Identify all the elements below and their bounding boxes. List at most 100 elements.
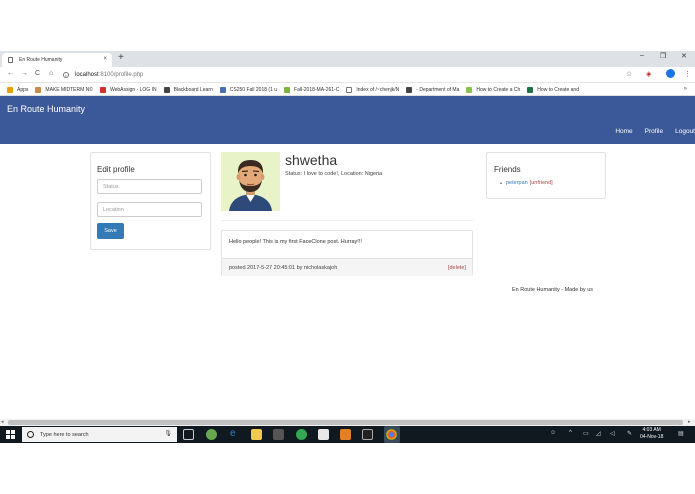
edit-profile-panel: Edit profile Status Location Save <box>90 152 211 250</box>
search-icon <box>27 431 34 438</box>
page-icon <box>346 86 353 93</box>
nav-home-link[interactable]: Home <box>615 128 632 135</box>
taskbar: Type here to search 🎙 e ☺ ^ ▭ ◿ ◁ ✎ 4:03… <box>0 426 695 443</box>
url-field[interactable]: i localhost:8100/profile.php <box>63 69 663 81</box>
network-icon[interactable]: ◿ <box>596 430 601 437</box>
chevron-up-icon[interactable]: ^ <box>569 430 572 436</box>
file-explorer-icon[interactable] <box>251 429 262 440</box>
list-item: • peterpan [unfriend] <box>500 180 553 187</box>
tab-title: En Route Humanity <box>19 57 63 63</box>
bookmark-item[interactable]: - Department of Ma <box>406 86 459 93</box>
microphone-icon[interactable]: 🎙 <box>164 430 172 437</box>
star-icon[interactable]: ☆ <box>626 70 632 78</box>
bookmark-icon <box>35 86 42 93</box>
maximize-button[interactable]: ❐ <box>660 52 666 60</box>
site-navbar: En Route Humanity Home Profile Logout <box>0 96 695 144</box>
extension-icon[interactable]: ◈ <box>646 70 651 78</box>
avatar-icon[interactable] <box>666 69 675 78</box>
bookmark-item[interactable]: Apps <box>7 86 28 93</box>
bookmark-item[interactable]: CS250 Fall 2018 (1 u <box>219 86 277 93</box>
blackboard-icon <box>163 86 170 93</box>
forward-icon[interactable]: → <box>21 70 28 77</box>
address-bar-row: ← → C ⌂ i localhost:8100/profile.php ☆ ◈… <box>0 67 695 83</box>
store-icon[interactable] <box>273 429 284 440</box>
tab-close-button[interactable]: × <box>103 56 107 62</box>
post-body: Hello people! This is my first FaceClone… <box>229 239 362 245</box>
wikihow-icon <box>466 86 473 93</box>
divider <box>221 220 473 221</box>
edge-icon[interactable]: e <box>230 428 241 439</box>
pen-icon[interactable]: ✎ <box>627 430 632 437</box>
bullet-icon: • <box>500 181 502 187</box>
bookmarks-bar: Apps MAKE MIDTERM N© WebAssign - LOG IN … <box>0 84 695 96</box>
friends-title: Friends <box>494 165 521 174</box>
delete-post-link[interactable]: [delete] <box>448 265 466 271</box>
status-input[interactable]: Status <box>97 179 202 194</box>
nav-profile-link[interactable]: Profile <box>645 128 663 135</box>
bookmark-item[interactable]: How to Create a Ch <box>466 86 520 93</box>
bookmark-item[interactable]: Index of /~chenjk/N <box>346 86 399 93</box>
friend-link[interactable]: peterpan <box>506 180 528 186</box>
site-brand[interactable]: En Route Humanity <box>7 104 85 114</box>
clock-time: 4:03 AM <box>642 427 661 433</box>
url-path: :8100/profile.php <box>98 72 144 78</box>
webassign-icon <box>99 86 106 93</box>
bookmark-item[interactable]: How to Create and <box>527 86 579 93</box>
menu-icon[interactable]: ⋮ <box>684 70 691 78</box>
task-view-icon[interactable] <box>183 429 194 440</box>
unfriend-link[interactable]: [unfriend] <box>530 180 553 186</box>
nav-logout-link[interactable]: Logout <box>675 128 695 135</box>
bookmark-item[interactable]: Fall-2018-MA-261-C <box>284 86 339 93</box>
battery-icon[interactable]: ▭ <box>583 430 589 437</box>
back-icon[interactable]: ← <box>7 70 14 77</box>
browser-tab[interactable]: En Route Humanity × <box>2 53 112 67</box>
clock-date: 04-Nov-18 <box>640 434 664 440</box>
bookmark-item[interactable]: WebAssign - LOG IN <box>99 86 157 93</box>
bookmark-item[interactable]: MAKE MIDTERM N© <box>35 86 93 93</box>
nav-links: Home Profile Logout <box>603 128 695 135</box>
location-input[interactable]: Location <box>97 202 202 217</box>
blackboard-icon <box>406 86 413 93</box>
windows-start-icon[interactable] <box>6 430 15 439</box>
scroll-right-icon[interactable]: ▸ <box>688 419 691 425</box>
reload-icon[interactable]: C <box>35 70 40 77</box>
doc-icon <box>219 86 226 93</box>
minimize-button[interactable]: – <box>640 52 644 59</box>
excel-icon <box>527 86 534 93</box>
page-icon <box>8 57 13 63</box>
piazza-icon <box>284 86 291 93</box>
home-icon[interactable]: ⌂ <box>49 70 53 77</box>
profile-status: Status: I love to code!, Location: Niger… <box>285 171 383 177</box>
chrome-icon <box>386 429 397 440</box>
save-button[interactable]: Save <box>97 223 124 239</box>
post-meta: posted 2017-5-27 20:45:01 by nicholaskaj… <box>229 265 338 271</box>
app-icon[interactable] <box>206 429 217 440</box>
horizontal-scrollbar[interactable]: ◂ ▸ <box>0 419 695 426</box>
taskbar-search-input[interactable]: Type here to search 🎙 <box>22 427 177 442</box>
new-tab-button[interactable]: + <box>118 52 124 63</box>
friends-panel: Friends • peterpan [unfriend] <box>486 152 606 199</box>
info-icon[interactable]: i <box>63 72 69 78</box>
blank-area <box>0 443 695 494</box>
url-host: localhost <box>75 72 99 78</box>
app-icon[interactable] <box>296 429 307 440</box>
avatar <box>221 152 280 211</box>
bookmarks-more-icon[interactable]: » <box>684 86 687 92</box>
avatar-illustration <box>221 152 280 211</box>
mail-icon[interactable] <box>318 429 329 440</box>
profile-name: shwetha <box>285 152 338 168</box>
close-window-button[interactable]: ✕ <box>681 52 687 60</box>
scroll-left-icon[interactable]: ◂ <box>1 419 4 425</box>
post-card: Hello people! This is my first FaceClone… <box>221 230 473 276</box>
taskbar-search-placeholder: Type here to search <box>40 431 89 438</box>
post-footer: posted 2017-5-27 20:45:01 by nicholaskaj… <box>222 258 472 276</box>
terminal-icon[interactable] <box>362 429 373 440</box>
people-icon[interactable]: ☺ <box>550 430 556 436</box>
browser-tab-strip: En Route Humanity × + – ❐ ✕ <box>0 51 695 67</box>
app-icon[interactable] <box>340 429 351 440</box>
system-clock[interactable]: 4:03 AM 04-Nov-18 <box>640 427 663 441</box>
notifications-icon[interactable]: ▤ <box>678 430 684 437</box>
bookmark-item[interactable]: Blackboard Learn <box>163 86 213 93</box>
scrollbar-thumb[interactable] <box>8 420 683 425</box>
volume-icon[interactable]: ◁ <box>610 430 615 437</box>
